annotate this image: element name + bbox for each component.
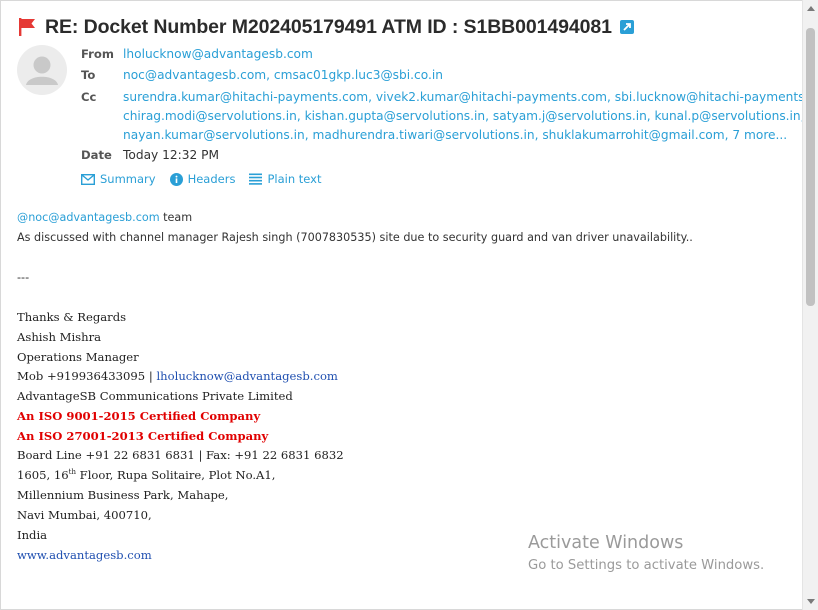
- user-avatar-icon: [17, 45, 67, 95]
- flag-icon[interactable]: [17, 17, 37, 37]
- activate-windows-subtitle: Go to Settings to activate Windows.: [528, 558, 765, 573]
- sig-address-line-2: Millennium Business Park, Mahape,: [17, 488, 229, 502]
- info-icon: [169, 172, 183, 186]
- message-text: As discussed with channel manager Rajesh…: [17, 231, 693, 244]
- to-label: To: [81, 68, 96, 82]
- date-value: Today 12:32 PM: [123, 148, 219, 162]
- sig-address-sup: th: [68, 468, 76, 477]
- sig-regards: Thanks & Regards: [17, 310, 127, 324]
- from-label: From: [81, 47, 114, 61]
- mention-suffix: team: [159, 211, 193, 224]
- separator-text: ---: [17, 271, 30, 284]
- sig-mobile: Mob +919936433095 | lholucknow@advantage…: [17, 369, 338, 383]
- cc-line[interactable]: surendra.kumar@hitachi-payments.com, viv…: [123, 90, 802, 104]
- headers-button[interactable]: Headers: [169, 172, 236, 186]
- lines-icon: [249, 173, 263, 185]
- sig-phones: Board Line +91 22 6831 6831 | Fax: +91 2…: [17, 448, 344, 462]
- from-address[interactable]: lholucknow@advantagesb.com: [123, 47, 313, 61]
- sig-address-part: 1605, 16: [17, 468, 69, 482]
- date-label: Date: [81, 148, 112, 162]
- sig-email-link[interactable]: lholucknow@advantagesb.com: [156, 369, 337, 383]
- scroll-down-arrow-icon[interactable]: [807, 599, 815, 604]
- sig-company: AdvantageSB Communications Private Limit…: [17, 389, 293, 403]
- sig-name: Ashish Mishra: [17, 330, 102, 344]
- cc-line: nayan.kumar@servolutions.in, madhurendra…: [123, 128, 787, 142]
- cc-line-text[interactable]: nayan.kumar@servolutions.in, madhurendra…: [123, 128, 728, 142]
- activate-windows-title: Activate Windows: [528, 533, 684, 553]
- scroll-up-arrow-icon[interactable]: [807, 6, 815, 11]
- sig-address-line-1: 1605, 16th Floor, Rupa Solitaire, Plot N…: [17, 468, 276, 482]
- plain-text-label: Plain text: [267, 172, 322, 186]
- headers-label: Headers: [187, 172, 236, 186]
- sig-iso-9001: An ISO 9001-2015 Certified Company: [17, 409, 261, 423]
- sig-website-link[interactable]: www.advantagesb.com: [17, 548, 152, 562]
- sig-title: Operations Manager: [17, 350, 139, 364]
- sig-mobile-number: Mob +919936433095 |: [17, 369, 157, 383]
- cc-line[interactable]: chirag.modi@servolutions.in, kishan.gupt…: [123, 109, 802, 123]
- subject-title: RE: Docket Number M202405179491 ATM ID :…: [45, 15, 612, 38]
- plain-text-button[interactable]: Plain text: [249, 172, 321, 186]
- sig-address-part: Floor, Rupa Solitaire, Plot No.A1,: [75, 468, 276, 482]
- view-actions: Summary Headers Plain text: [81, 171, 335, 187]
- summary-button[interactable]: Summary: [81, 172, 156, 186]
- envelope-icon: [81, 173, 95, 185]
- sig-address-line-4: India: [17, 528, 48, 542]
- vertical-scrollbar[interactable]: [802, 0, 818, 610]
- message-view: RE: Docket Number M202405179491 ATM ID :…: [0, 0, 802, 610]
- mention-link[interactable]: @noc@advantagesb.com: [17, 211, 160, 224]
- summary-label: Summary: [100, 172, 156, 186]
- sig-iso-27001: An ISO 27001-2013 Certified Company: [17, 429, 269, 443]
- scrollbar-thumb[interactable]: [806, 28, 815, 306]
- cc-label: Cc: [81, 90, 97, 104]
- subject-bar: RE: Docket Number M202405179491 ATM ID :…: [17, 14, 634, 40]
- cc-more-link[interactable]: 7 more...: [732, 128, 787, 142]
- to-addresses[interactable]: noc@advantagesb.com, cmsac01gkp.luc3@sbi…: [123, 68, 443, 82]
- greeting-line: @noc@advantagesb.com team: [17, 211, 192, 224]
- sig-address-line-3: Navi Mumbai, 400710,: [17, 508, 152, 522]
- sig-website: www.advantagesb.com: [17, 548, 152, 562]
- external-link-icon[interactable]: [619, 20, 634, 34]
